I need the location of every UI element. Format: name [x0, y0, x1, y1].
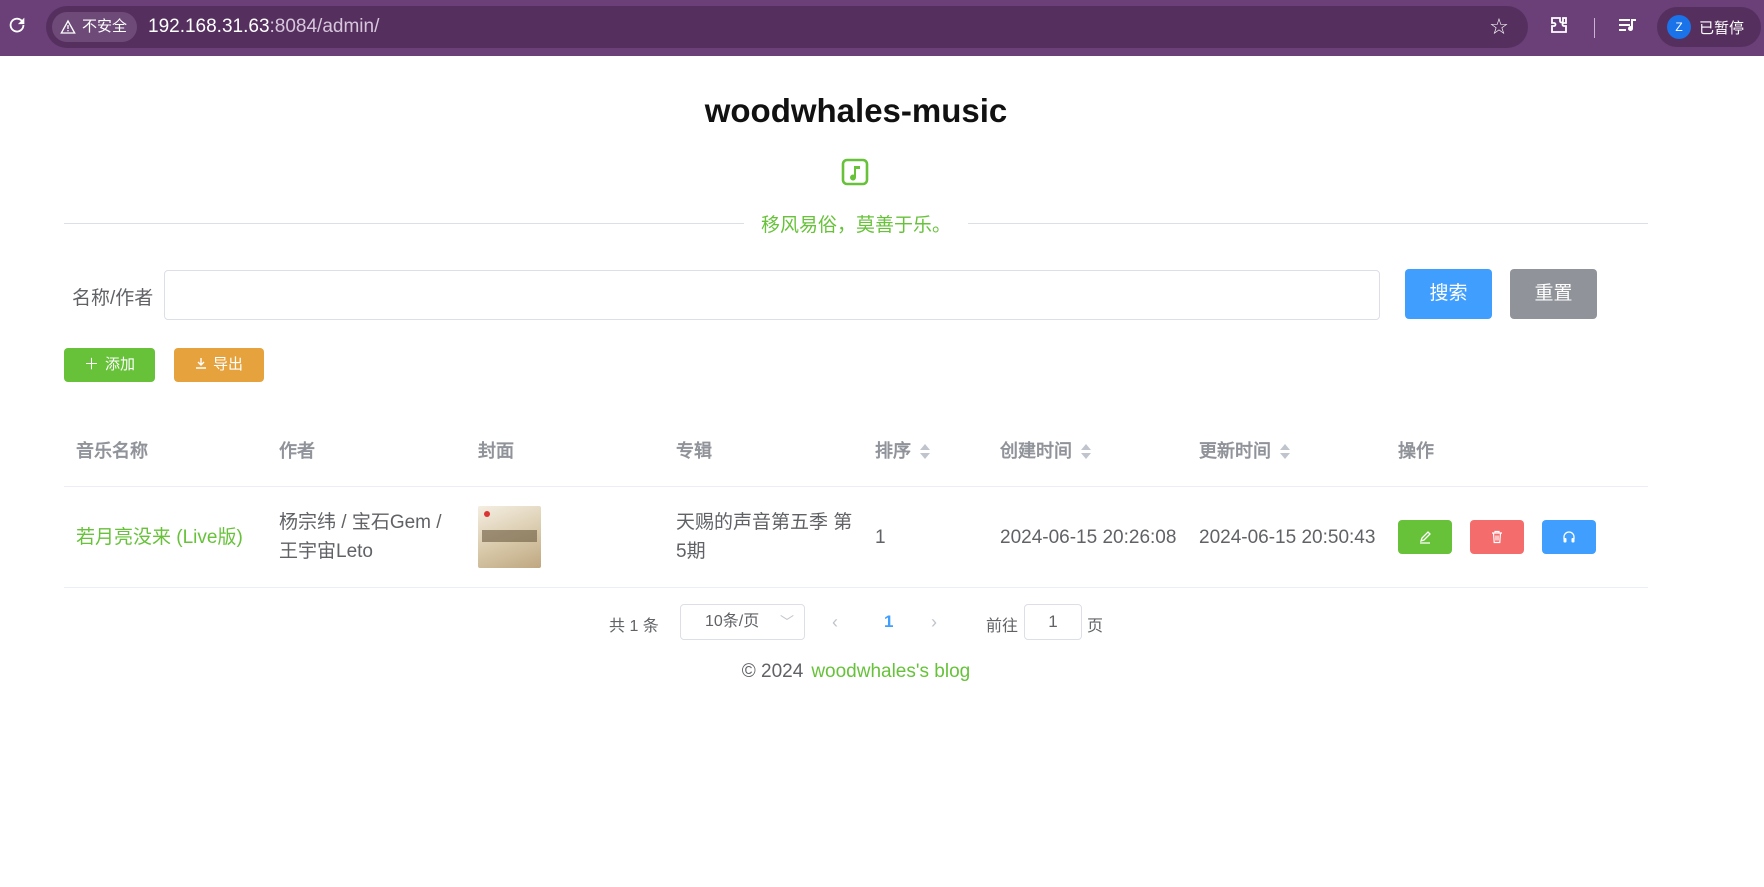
security-label: 不安全: [82, 18, 128, 35]
security-chip[interactable]: 不安全: [52, 12, 138, 42]
search-label: 名称/作者: [72, 288, 154, 309]
pagination-total: 共 1 条: [609, 618, 659, 635]
blog-link[interactable]: woodwhales's blog: [811, 661, 970, 682]
music-album: 天赐的声音第五季 第5期: [676, 512, 853, 562]
page-size-select[interactable]: 10条/页 ﹀: [680, 604, 805, 640]
music-note-icon: [841, 158, 869, 186]
cover-cell: [478, 487, 598, 587]
goto-suffix: 页: [1087, 618, 1104, 635]
column-header-cover: 封面: [478, 441, 514, 461]
search-button[interactable]: 搜索: [1405, 269, 1492, 319]
prev-page-icon[interactable]: ‹: [832, 612, 838, 633]
site-title: woodwhales-music: [704, 92, 1008, 129]
column-header-name: 音乐名称: [76, 441, 148, 461]
url-path: :8084/admin/: [269, 16, 380, 37]
toolbar-separator: [1594, 18, 1595, 38]
sort-caret-icon[interactable]: [1080, 443, 1092, 461]
add-button-label: 添加: [105, 356, 136, 373]
music-table: 音乐名称 作者 封面 专辑 排序 创建时间 更新时间 操作 若月亮没来 (Liv…: [64, 416, 1648, 588]
edit-icon: [1419, 531, 1431, 544]
download-icon: [195, 356, 207, 373]
music-updated-time: 2024-06-15 20:50:43: [1199, 526, 1376, 548]
updated-label: 更新时间: [1199, 441, 1271, 461]
extensions-icon[interactable]: [1547, 14, 1573, 40]
music-name[interactable]: 若月亮没来 (Live版): [76, 487, 266, 587]
bookmark-star-icon[interactable]: ☆: [1486, 14, 1512, 40]
profile-button[interactable]: Z 已暂停: [1657, 7, 1761, 47]
edit-button[interactable]: [1398, 520, 1452, 554]
trash-icon: [1492, 530, 1502, 544]
address-bar[interactable]: 不安全 192.168.31.63:8084/admin/ ☆: [46, 6, 1528, 48]
goto-page-input[interactable]: 1: [1024, 604, 1082, 640]
row-actions: [1398, 487, 1638, 587]
music-sort: 1: [875, 526, 886, 548]
album-cover-image[interactable]: [478, 506, 541, 568]
sort-label: 排序: [875, 441, 911, 461]
next-page-icon[interactable]: ›: [931, 612, 937, 633]
chevron-down-icon: ﹀: [780, 614, 794, 630]
column-header-updated[interactable]: 更新时间: [1199, 416, 1291, 486]
reset-button[interactable]: 重置: [1510, 269, 1597, 319]
delete-button[interactable]: [1470, 520, 1524, 554]
page-size-value: 10条/页: [705, 613, 760, 630]
copyright-text: © 2024: [741, 661, 804, 682]
sort-caret-icon[interactable]: [1279, 443, 1291, 461]
media-queue-icon[interactable]: [1616, 14, 1642, 40]
music-author: 杨宗纬 / 宝石Gem / 王宇宙Leto: [279, 512, 442, 562]
export-button[interactable]: 导出: [174, 348, 264, 382]
plus-icon: ＋: [83, 356, 99, 373]
add-button[interactable]: ＋ 添加: [64, 348, 155, 382]
listen-button[interactable]: [1542, 520, 1596, 554]
export-button-label: 导出: [212, 356, 243, 373]
warning-icon: [60, 19, 76, 34]
column-header-created[interactable]: 创建时间: [1000, 416, 1092, 486]
column-header-actions: 操作: [1398, 441, 1434, 461]
cover-band: [482, 530, 537, 542]
reload-icon[interactable]: [4, 14, 30, 40]
created-label: 创建时间: [1000, 441, 1072, 461]
avatar: Z: [1667, 15, 1691, 39]
footer: © 2024 woodwhales's blog: [0, 661, 1712, 683]
column-header-sort[interactable]: 排序: [875, 416, 931, 486]
search-input[interactable]: [164, 270, 1380, 320]
column-header-author: 作者: [279, 441, 315, 461]
goto-prefix: 前往: [986, 618, 1019, 635]
column-header-album: 专辑: [676, 441, 712, 461]
slogan: 移风易俗，莫善于乐。: [760, 215, 951, 236]
music-created-time: 2024-06-15 20:26:08: [1000, 526, 1177, 548]
table-header: 音乐名称 作者 封面 专辑 排序 创建时间 更新时间 操作: [64, 416, 1648, 487]
url-host: 192.168.31.63: [148, 16, 270, 37]
table-row: 若月亮没来 (Live版) 杨宗纬 / 宝石Gem / 王宇宙Leto 天赐的声…: [64, 487, 1648, 588]
headphones-icon: [1563, 531, 1575, 543]
url-text[interactable]: 192.168.31.63:8084/admin/: [148, 6, 379, 48]
sort-caret-icon[interactable]: [919, 443, 931, 461]
current-page[interactable]: 1: [884, 612, 893, 632]
cover-dot: [484, 511, 490, 517]
browser-toolbar: 不安全 192.168.31.63:8084/admin/ ☆ Z 已暂停: [0, 0, 1764, 56]
profile-status: 已暂停: [1699, 19, 1745, 37]
